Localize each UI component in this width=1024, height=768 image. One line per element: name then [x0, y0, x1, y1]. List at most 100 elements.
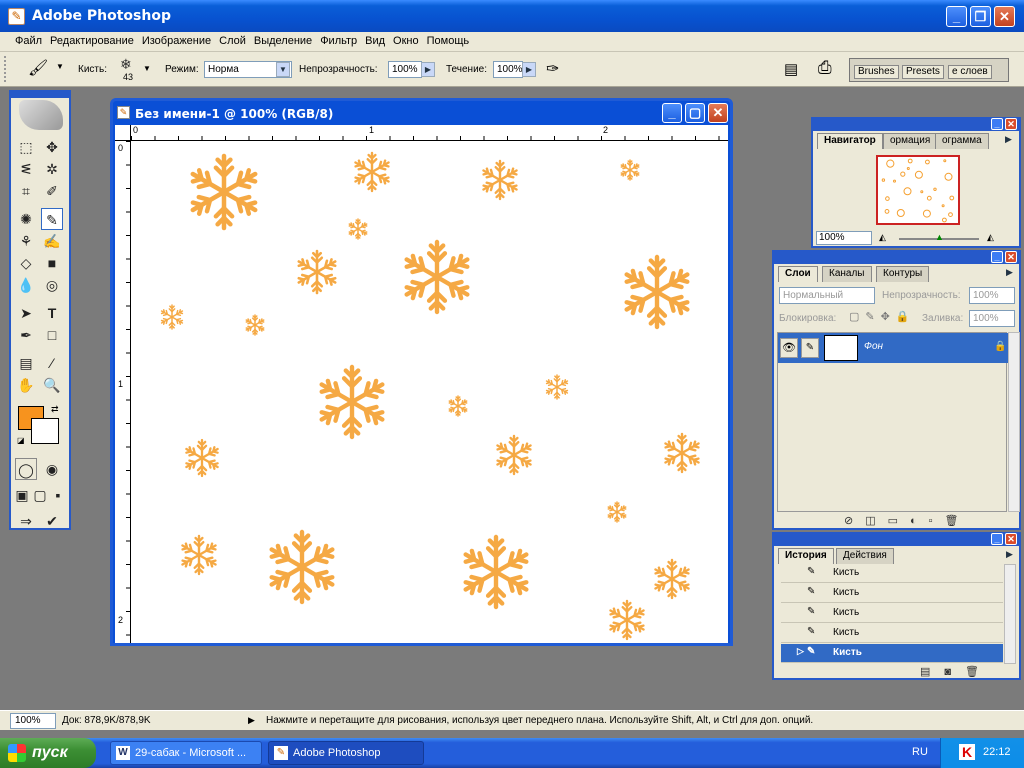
opacity-arrow-icon[interactable]: ▶ [421, 62, 435, 77]
doc-close-button[interactable]: ✕ [708, 103, 728, 123]
mode-dropdown-arrow-icon[interactable]: ▼ [276, 62, 290, 77]
restore-button[interactable]: ❐ [970, 6, 991, 27]
gradient-tool-icon[interactable]: ■ [41, 252, 63, 274]
tab-navigator[interactable]: Навигатор [817, 133, 883, 149]
doc-maximize-button[interactable]: ▢ [685, 103, 705, 123]
brush-picker-arrow-icon[interactable]: ▼ [143, 64, 151, 73]
panel-minimize-button[interactable]: _ [991, 251, 1003, 263]
panel-close-button[interactable]: ✕ [1005, 251, 1017, 263]
eraser-tool-icon[interactable]: ◇ [15, 252, 37, 274]
clone-stamp-tool-icon[interactable]: ⚘ [15, 230, 37, 252]
rectangle-tool-icon[interactable]: □ [41, 324, 63, 346]
type-tool-icon[interactable]: T [41, 302, 63, 324]
history-item[interactable]: ✎ Кисть [781, 584, 1003, 603]
zoom-in-icon[interactable]: ◭ [987, 232, 994, 243]
layer-row[interactable]: 👁 ✎ Фон 🔒 [778, 333, 1008, 363]
tab-paths[interactable]: Контуры [876, 266, 930, 282]
full-screen-mode-icon[interactable]: ▪ [47, 484, 69, 506]
feather-logo-icon[interactable] [19, 100, 63, 130]
dodge-tool-icon[interactable]: ◎ [41, 274, 63, 296]
history-item-selected[interactable]: ▷ ✎ Кисть [781, 644, 1003, 663]
minimize-button[interactable]: _ [946, 6, 967, 27]
close-button[interactable]: ✕ [994, 6, 1015, 27]
tab-info[interactable]: ормация [883, 133, 938, 149]
history-item[interactable]: ✎ Кисть [781, 564, 1003, 583]
blend-mode-select[interactable]: Нормальный [779, 287, 875, 304]
history-item[interactable]: ✎ Кисть [781, 604, 1003, 623]
swap-colors-icon[interactable]: ⇄ [51, 404, 59, 415]
history-scrollbar[interactable] [1004, 564, 1016, 664]
tab-channels[interactable]: Каналы [822, 266, 872, 282]
tab-history[interactable]: История [778, 548, 834, 564]
panel-minimize-button[interactable]: _ [991, 118, 1003, 130]
pen-tool-icon[interactable]: ✒ [15, 324, 37, 346]
horizontal-ruler[interactable]: 0 1 2 [131, 125, 728, 141]
flow-input[interactable]: 100% [493, 61, 523, 78]
slice-tool-icon[interactable]: ✐ [41, 180, 63, 202]
notes-tool-icon[interactable]: ▤ [15, 352, 37, 374]
palette-well-icon[interactable]: ⎙ [818, 58, 832, 78]
tab-layer-comps[interactable]: е слоев [948, 65, 992, 79]
history-item[interactable]: ✎ Кисть [781, 624, 1003, 643]
history-brush-tool-icon[interactable]: ✍ [41, 230, 63, 252]
menu-help[interactable]: Помощь [423, 32, 474, 47]
language-indicator[interactable]: RU [912, 746, 928, 758]
kaspersky-icon[interactable]: K [959, 744, 975, 760]
move-tool-icon[interactable]: ✥ [41, 136, 63, 158]
start-button[interactable]: пуск [0, 738, 96, 768]
layer-visibility-eye-icon[interactable]: 👁 [780, 338, 798, 358]
hand-tool-icon[interactable]: ✋ [15, 374, 37, 396]
airbrush-icon[interactable]: ✑ [546, 59, 559, 79]
crop-tool-icon[interactable]: ⌗ [15, 180, 37, 202]
vertical-ruler[interactable]: 0 1 2 [115, 141, 131, 643]
menu-layer[interactable]: Слой [215, 32, 250, 47]
fill-input[interactable]: 100% [969, 310, 1015, 327]
status-zoom-input[interactable]: 100% [10, 713, 56, 729]
tab-histogram[interactable]: ограмма [935, 133, 989, 149]
navigator-thumbnail[interactable] [876, 155, 960, 225]
layers-scrollbar[interactable] [1008, 332, 1020, 512]
layer-name[interactable]: Фон [864, 341, 883, 352]
menu-select[interactable]: Выделение [250, 32, 316, 47]
panel-titlebar[interactable] [774, 250, 1019, 264]
panel-titlebar[interactable] [774, 532, 1019, 546]
ruler-origin[interactable] [115, 125, 131, 141]
grip-handle[interactable] [4, 56, 8, 82]
brush-preview-icon[interactable]: ❄ [120, 56, 132, 73]
zoom-tool-icon[interactable]: 🔍 [41, 374, 63, 396]
history-buttons-icons[interactable]: ▤◙🗑 [920, 665, 993, 678]
healing-brush-tool-icon[interactable]: ✺ [15, 208, 37, 230]
eyedropper-tool-icon[interactable]: ⁄ [41, 352, 63, 374]
check-icon[interactable]: ✔ [41, 510, 63, 532]
canvas-area[interactable]: 0 1 2 0 1 2 [115, 125, 728, 643]
tool-preset-arrow-icon[interactable]: ▼ [56, 62, 64, 71]
tab-presets[interactable]: Presets [902, 65, 944, 79]
menu-file[interactable]: Файл [11, 32, 46, 47]
marquee-tool-icon[interactable]: ⬚ [15, 136, 37, 158]
background-color-swatch[interactable] [31, 418, 59, 444]
default-colors-icon[interactable]: ◪ [17, 436, 25, 445]
tab-actions[interactable]: Действия [836, 548, 894, 564]
brush-tool-icon[interactable]: 🖌 [28, 58, 48, 78]
taskbar-item-word[interactable]: W 29-сабак - Microsoft ... [110, 741, 262, 765]
menu-image[interactable]: Изображение [138, 32, 215, 47]
file-browser-icon[interactable]: ▤ [784, 60, 798, 78]
status-arrow-icon[interactable]: ▶ [248, 715, 255, 726]
layer-buttons-icons[interactable]: ⊘◫▭◐▫🗑 [844, 514, 971, 527]
panel-close-button[interactable]: ✕ [1005, 118, 1017, 130]
menu-filter[interactable]: Фильтр [316, 32, 361, 47]
taskbar-item-photoshop[interactable]: ✎ Adobe Photoshop [268, 741, 424, 765]
navigator-zoom-input[interactable]: 100% [816, 231, 872, 245]
zoom-slider-thumb[interactable]: ▲ [935, 232, 944, 242]
jump-to-imageready-icon[interactable]: ⇒ [15, 510, 37, 532]
flow-arrow-icon[interactable]: ▶ [522, 62, 536, 77]
panel-menu-arrow-icon[interactable]: ▶ [1005, 134, 1012, 145]
quick-mask-mode-icon[interactable]: ◉ [41, 458, 63, 480]
opacity-input[interactable]: 100% [388, 61, 422, 78]
standard-mode-icon[interactable]: ◯ [15, 458, 37, 480]
panel-menu-arrow-icon[interactable]: ▶ [1006, 549, 1013, 560]
menu-edit[interactable]: Редактирование [46, 32, 138, 47]
doc-minimize-button[interactable]: _ [662, 103, 682, 123]
panel-menu-arrow-icon[interactable]: ▶ [1006, 267, 1013, 278]
zoom-out-icon[interactable]: ◭ [879, 232, 886, 243]
